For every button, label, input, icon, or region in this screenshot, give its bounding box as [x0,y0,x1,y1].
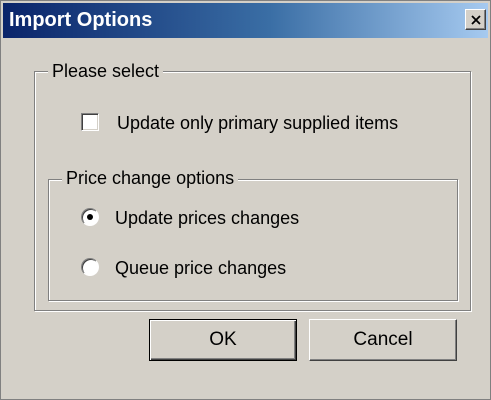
ok-button[interactable]: OK [149,319,297,361]
dialog-title: Import Options [9,9,153,31]
primary-supplied-checkbox[interactable] [81,113,99,131]
primary-supplied-label[interactable]: Update only primary supplied items [117,112,398,134]
please-select-label: Please select [48,61,164,81]
radio-selected-dot [87,214,93,220]
price-change-group [48,179,458,301]
title-bar[interactable]: Import Options [3,3,488,38]
cancel-button[interactable]: Cancel [309,319,457,361]
queue-prices-label[interactable]: Queue price changes [115,257,286,279]
update-prices-radio[interactable] [81,208,99,226]
update-prices-label[interactable]: Update prices changes [115,207,299,229]
close-button[interactable] [465,9,486,30]
close-icon [470,14,481,25]
queue-prices-radio[interactable] [81,258,99,276]
import-options-dialog: Import Options Please select Update only… [0,0,491,400]
price-change-label: Price change options [62,168,239,188]
